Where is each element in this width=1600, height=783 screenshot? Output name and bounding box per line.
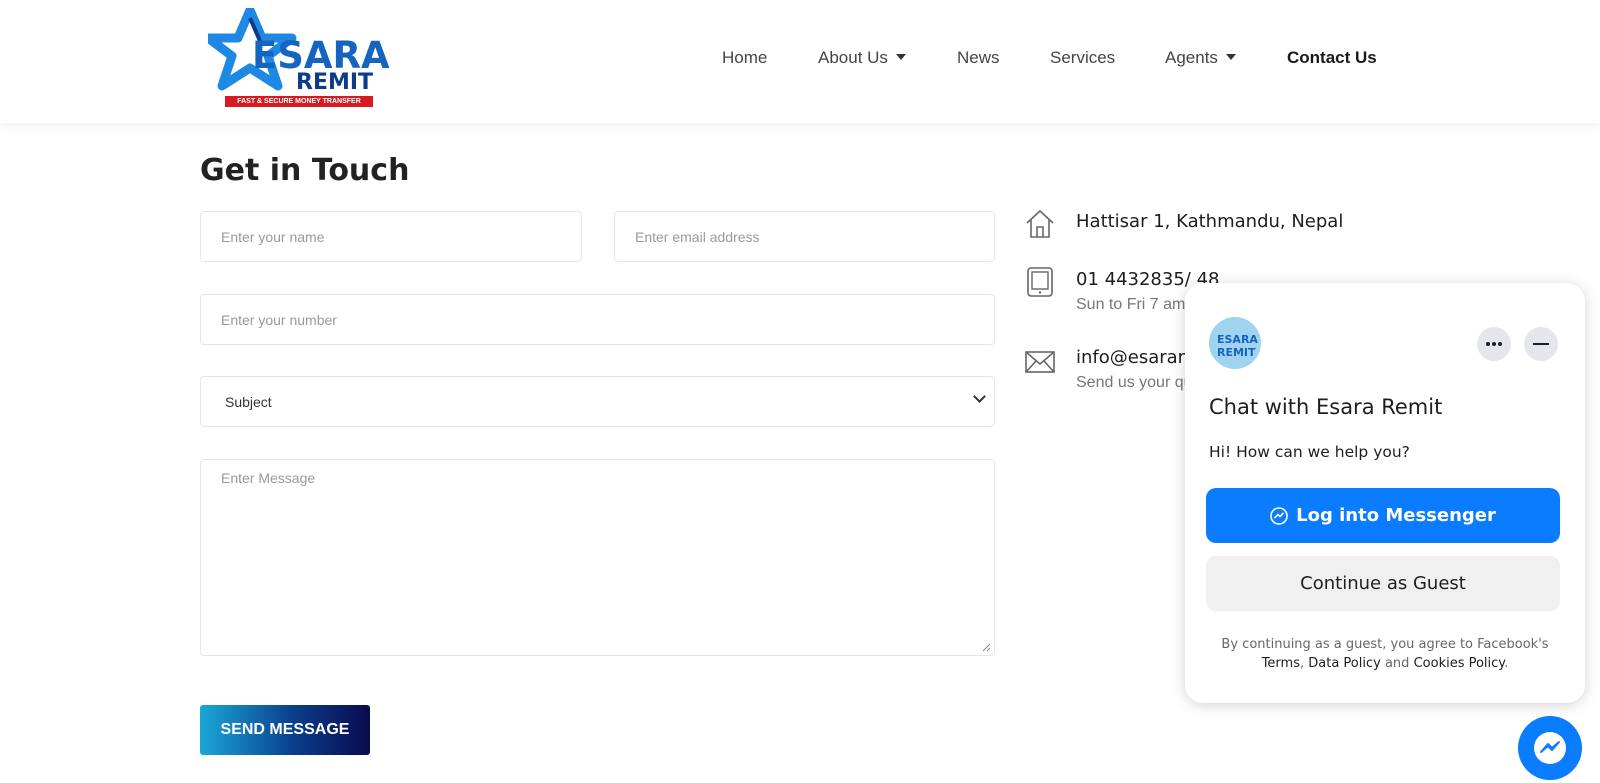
- legal-notice: By continuing as a guest, you agree to F…: [1221, 637, 1549, 671]
- login-label: Log into Messenger: [1296, 505, 1496, 526]
- tablet-icon: [1027, 267, 1053, 297]
- home-icon: [1026, 209, 1054, 238]
- caret-down-icon: [895, 54, 906, 60]
- terms-link[interactable]: Terms: [1262, 656, 1300, 671]
- logo-word-remit: REMIT: [296, 70, 374, 95]
- resize-grip-icon[interactable]: [981, 642, 991, 652]
- messenger-icon: [1270, 506, 1288, 525]
- chevron-down-icon: [973, 390, 986, 403]
- esara-remit-logo[interactable]: ESARA REMIT FAST & SECURE MONEY TRANSFER: [208, 8, 390, 108]
- address-text: Hattisar 1, Kathmandu, Nepal: [1076, 211, 1344, 232]
- name-field[interactable]: [200, 211, 582, 262]
- continue-as-guest-button[interactable]: Continue as Guest: [1206, 556, 1560, 611]
- subject-select[interactable]: Subject: [200, 376, 995, 427]
- nav-contact-us[interactable]: Contact Us: [1287, 48, 1377, 68]
- message-field[interactable]: [200, 459, 995, 656]
- name-input[interactable]: [221, 228, 581, 245]
- messenger-launcher-button[interactable]: [1518, 716, 1582, 780]
- subject-selected-value: Subject: [225, 393, 272, 410]
- messenger-icon: [1534, 732, 1566, 764]
- number-input[interactable]: [221, 311, 994, 328]
- nav-contact-label: Contact Us: [1287, 48, 1377, 67]
- nav-services[interactable]: Services: [1050, 48, 1115, 68]
- messenger-chat-widget: ESARA REMIT Chat with Esara Remit Hi! Ho…: [1185, 283, 1585, 703]
- email-note-text: Send us your qu: [1076, 374, 1193, 391]
- legal-prefix: By continuing as a guest, you agree to F…: [1221, 637, 1549, 652]
- minimize-chat-button[interactable]: [1524, 327, 1558, 361]
- caret-down-icon: [1225, 54, 1236, 60]
- message-textarea[interactable]: [221, 460, 994, 655]
- nav-agents-label: Agents: [1165, 48, 1218, 67]
- cookies-policy-link[interactable]: Cookies Policy: [1414, 656, 1505, 671]
- more-dots-icon: [1486, 342, 1502, 346]
- legal-and: and: [1384, 656, 1410, 671]
- chat-greeting: Hi! How can we help you?: [1209, 443, 1410, 461]
- chat-title: Chat with Esara Remit: [1209, 395, 1443, 419]
- email-input[interactable]: [635, 228, 994, 245]
- envelope-icon: [1025, 351, 1055, 373]
- minimize-icon: [1533, 343, 1549, 345]
- data-policy-link[interactable]: Data Policy: [1308, 656, 1381, 671]
- log-into-messenger-button[interactable]: Log into Messenger: [1206, 488, 1560, 543]
- nav-services-label: Services: [1050, 48, 1116, 67]
- nav-about-label: About Us: [818, 48, 888, 67]
- nav-news[interactable]: News: [957, 48, 1000, 68]
- number-field[interactable]: [200, 294, 995, 345]
- avatar-label: ESARA REMIT: [1217, 333, 1258, 359]
- email-field[interactable]: [614, 211, 995, 262]
- nav-news-label: News: [957, 48, 1000, 67]
- nav-home[interactable]: Home: [722, 48, 767, 68]
- send-message-button[interactable]: SEND MESSAGE: [200, 705, 370, 755]
- page-title: Get in Touch: [200, 153, 410, 188]
- nav-agents[interactable]: Agents: [1165, 48, 1236, 68]
- nav-home-label: Home: [722, 48, 768, 67]
- nav-about-us[interactable]: About Us: [818, 48, 906, 68]
- logo-tagline: FAST & SECURE MONEY TRANSFER: [225, 96, 373, 107]
- more-options-button[interactable]: [1477, 327, 1511, 361]
- email-text[interactable]: info@esarare: [1076, 347, 1196, 368]
- esara-remit-avatar: ESARA REMIT: [1209, 317, 1261, 369]
- site-header: ESARA REMIT FAST & SECURE MONEY TRANSFER…: [0, 0, 1600, 123]
- hours-text: Sun to Fri 7 am: [1076, 296, 1186, 313]
